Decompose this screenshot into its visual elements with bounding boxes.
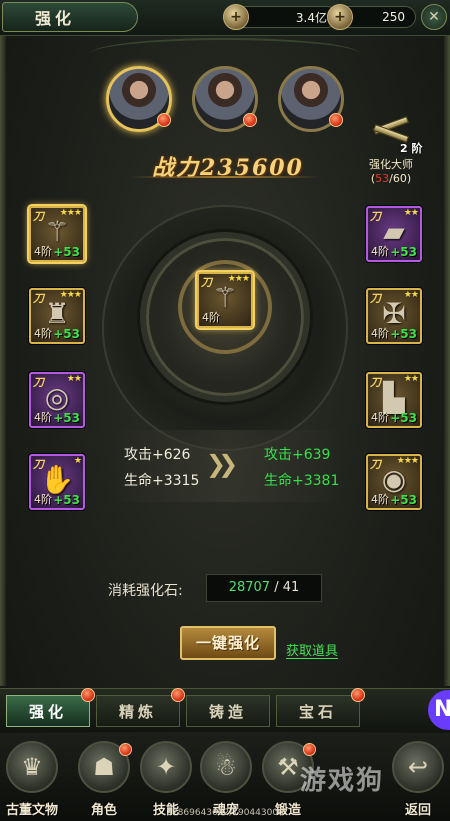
attack-current: 攻击+626: [124, 447, 191, 463]
selected-equipment-slot[interactable]: 刀 ★★★ ⚚ 4阶: [197, 272, 253, 328]
gold-amount: 3.4亿: [295, 10, 327, 25]
master-level: 2 阶: [400, 142, 423, 155]
notification-dot-icon: [303, 743, 316, 756]
crossed-swords-icon: 2 阶: [370, 112, 422, 155]
slot-tier: 4阶: [34, 245, 52, 258]
equipment-slot-belt[interactable]: 刀 ★★ ◎ 4阶 +53: [29, 372, 85, 428]
slot-bonus: +53: [53, 411, 80, 425]
slot-bonus: +53: [53, 327, 80, 341]
master-progress-total: /60): [389, 172, 412, 185]
master-progress: (53/60): [370, 172, 412, 185]
tab-gem[interactable]: 宝石: [276, 688, 365, 727]
page-title: 强化: [2, 2, 138, 32]
ingot-amount: 250: [382, 10, 405, 24]
slot-tier: 4阶: [34, 411, 52, 424]
slot-tier: 4阶: [34, 327, 52, 340]
notification-dot-icon: [351, 688, 365, 702]
attack-next: 攻击+639: [264, 447, 331, 463]
notification-dot-icon: [171, 688, 185, 702]
tab-cast[interactable]: 铸造: [186, 695, 270, 727]
equipment-slot-boots[interactable]: 刀 ★★ ▙ 4阶 +53: [366, 372, 422, 428]
equipment-slot-staff[interactable]: 刀 ★★★ ⚚ 4阶 +53: [29, 206, 85, 262]
power-underline: [130, 176, 320, 178]
notification-dot-icon: [119, 743, 132, 756]
stone-owned: 28707: [228, 580, 271, 595]
hp-next: 生命+3381: [264, 473, 340, 489]
slot-tier: 4阶: [202, 311, 220, 324]
gold-currency: + 3.4亿: [223, 4, 338, 30]
stone-cost-label: 消耗强化石:: [108, 583, 183, 599]
double-chevron-right-icon: ❯❯: [206, 450, 238, 478]
tab-refine[interactable]: 精炼: [96, 688, 185, 727]
tab-enhance[interactable]: 强化: [6, 688, 95, 727]
frame-right: [444, 36, 450, 686]
slot-tier: 4阶: [371, 493, 389, 506]
slot-tier: 4阶: [34, 493, 52, 506]
stone-required: / 41: [270, 580, 300, 595]
stone-cost-box: 28707 / 41: [206, 574, 322, 602]
antique-icon: ♛: [6, 741, 58, 793]
ingot-icon: +: [327, 4, 353, 30]
pet-icon: ☃: [200, 741, 252, 793]
hero-portrait-2[interactable]: [192, 66, 258, 132]
slot-tier: 4阶: [371, 245, 389, 258]
equipment-slot-armor[interactable]: 刀 ★★★ ♜ 4阶 +53: [29, 288, 85, 344]
equipment-slot-necklace[interactable]: 刀 ★★ ✠ 4阶 +53: [366, 288, 422, 344]
skill-icon: ✦: [140, 741, 192, 793]
ingot-currency: + 250: [327, 4, 416, 30]
watermark: 游戏狗: [300, 766, 385, 796]
notification-dot-icon: [81, 688, 95, 702]
top-bar: 强化 + 3.4亿 + 250 ✕: [0, 0, 450, 36]
master-progress-current: 53: [375, 172, 390, 185]
slot-bonus: +53: [390, 245, 417, 259]
hero-portrait-1[interactable]: [106, 66, 172, 132]
slot-bonus: +53: [53, 493, 80, 507]
one-key-enhance-button[interactable]: 一键强化: [180, 626, 276, 660]
hp-current: 生命+3315: [124, 473, 200, 489]
notification-dot-icon: [329, 113, 343, 127]
equipment-slot-ring[interactable]: 刀 ★★★ ◉ 4阶 +53: [366, 454, 422, 510]
notification-dot-icon: [243, 113, 257, 127]
slot-bonus: +53: [53, 245, 80, 259]
slot-tier: 4阶: [371, 327, 389, 340]
slot-bonus: +53: [390, 493, 417, 507]
notification-dot-icon: [157, 113, 171, 127]
enhance-screen: 强化 + 3.4亿 + 250 ✕ 战力235600 2 阶 强化大师 (53/…: [0, 0, 450, 821]
combat-power: 战力235600: [152, 150, 302, 181]
exp-text: 37869643662/190443000: [166, 808, 284, 818]
enhance-master[interactable]: 2 阶 强化大师 (53/60): [362, 112, 422, 185]
tab-bar: 强化 精炼 铸造 宝石: [0, 688, 450, 732]
equipment-slot-bracer[interactable]: 刀 ★★ ▰ 4阶 +53: [366, 206, 422, 262]
close-icon[interactable]: ✕: [421, 4, 447, 30]
hero-portrait-3[interactable]: [278, 66, 344, 132]
frame-left: [0, 36, 6, 686]
back-icon: ↩: [392, 741, 444, 793]
slot-bonus: +53: [390, 327, 417, 341]
gold-coin-icon: +: [223, 4, 249, 30]
slot-bonus: +53: [390, 411, 417, 425]
slot-tier: 4阶: [371, 411, 389, 424]
equipment-slot-glove[interactable]: 刀 ★ ✋ 4阶 +53: [29, 454, 85, 510]
get-items-link[interactable]: 获取道具: [286, 640, 338, 659]
master-label: 强化大师: [369, 158, 413, 171]
